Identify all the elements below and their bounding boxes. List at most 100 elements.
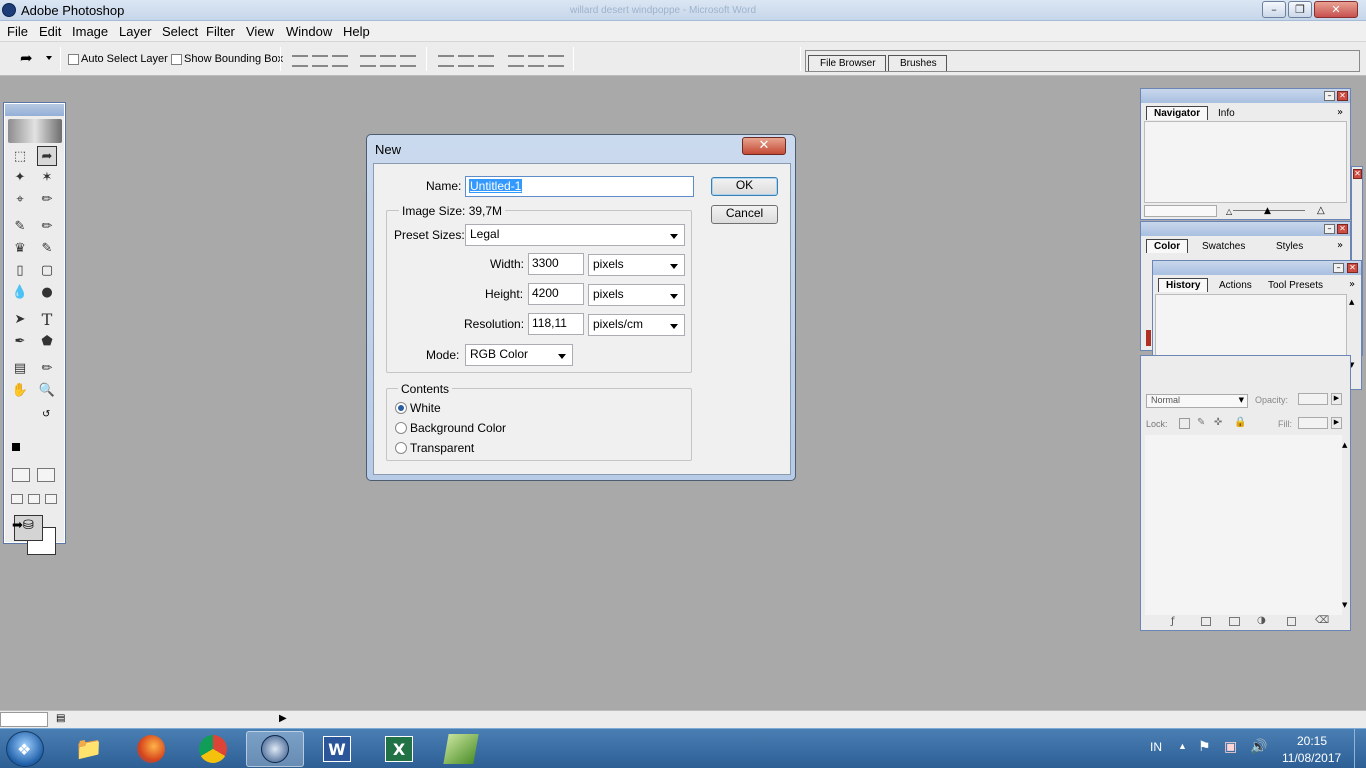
zoom-in-icon[interactable]: △	[1317, 205, 1325, 216]
status-menu-arrow-icon[interactable]: ▶	[279, 713, 287, 724]
jump-to-imageready-icon[interactable]: ➡⛁	[12, 518, 60, 534]
tab-tool-presets[interactable]: Tool Presets	[1261, 279, 1330, 293]
magic-wand-tool-icon[interactable]: ✶	[37, 167, 57, 187]
eraser-tool-icon[interactable]: ▯	[10, 260, 30, 280]
layers-list[interactable]	[1145, 435, 1342, 615]
minimize-button[interactable]: –	[1262, 1, 1286, 18]
minimize-icon[interactable]: –	[1333, 263, 1344, 273]
photoshop-logo-icon[interactable]	[8, 119, 62, 143]
auto-select-layer-checkbox[interactable]	[68, 54, 79, 65]
taskbar-firefox[interactable]	[122, 731, 180, 767]
healing-brush-tool-icon[interactable]: ✎	[10, 216, 30, 236]
tab-styles[interactable]: Styles	[1269, 240, 1310, 254]
scroll-down-icon[interactable]: ▼	[1342, 601, 1347, 609]
distribute-top-icon[interactable]	[438, 55, 454, 67]
menu-help[interactable]: Help	[343, 24, 370, 39]
crop-tool-icon[interactable]: ⌖	[10, 189, 30, 209]
lock-transparency-icon[interactable]	[1179, 418, 1190, 429]
new-group-icon[interactable]	[1229, 617, 1240, 626]
resolution-unit-select[interactable]: pixels/cm	[588, 314, 685, 336]
panel-menu-icon[interactable]: »	[1349, 279, 1355, 290]
scroll-up-icon[interactable]: ▲	[1342, 441, 1347, 449]
show-desktop-button[interactable]	[1354, 729, 1366, 768]
white-radio[interactable]	[395, 402, 407, 414]
minimize-icon[interactable]: –	[1324, 224, 1335, 234]
taskbar-word[interactable]: W	[308, 731, 366, 767]
height-input[interactable]: 4200	[528, 283, 584, 305]
standard-screen-mode-icon[interactable]	[11, 494, 23, 504]
align-vertical-center-icon[interactable]	[312, 55, 328, 67]
tab-actions[interactable]: Actions	[1212, 279, 1259, 293]
taskbar-photoshop[interactable]	[246, 731, 304, 767]
dialog-close-button[interactable]: ✕	[742, 137, 786, 155]
height-unit-select[interactable]: pixels	[588, 284, 685, 306]
layer-mask-icon[interactable]	[1201, 617, 1211, 626]
panel-title-bar[interactable]	[1141, 222, 1350, 236]
menu-edit[interactable]: Edit	[39, 24, 61, 39]
full-screen-mode-icon[interactable]	[45, 494, 57, 504]
blend-mode-select[interactable]: Normal ▼	[1146, 394, 1248, 408]
taskbar-excel[interactable]: X	[370, 731, 428, 767]
color-ramp-edge[interactable]	[1146, 330, 1151, 346]
tab-navigator[interactable]: Navigator	[1146, 106, 1209, 120]
clock-date[interactable]: 11/08/2017	[1282, 751, 1341, 765]
distribute-vertical-center-icon[interactable]	[458, 55, 474, 67]
ok-button[interactable]: OK	[711, 177, 778, 196]
trash-icon[interactable]: ⌫	[1315, 615, 1329, 626]
restore-button[interactable]: ❐	[1288, 1, 1312, 18]
menu-layer[interactable]: Layer	[119, 24, 152, 39]
transparent-radio[interactable]	[395, 442, 407, 454]
width-input[interactable]: 3300	[528, 253, 584, 275]
taskbar-green-app[interactable]	[432, 731, 490, 767]
distribute-right-icon[interactable]	[548, 55, 564, 67]
distribute-left-icon[interactable]	[508, 55, 524, 67]
name-input[interactable]: Untitled-1	[465, 176, 694, 197]
zoom-field[interactable]	[1144, 205, 1217, 217]
distribute-bottom-icon[interactable]	[478, 55, 494, 67]
close-button[interactable]: ✕	[1314, 1, 1358, 18]
language-indicator[interactable]: IN	[1150, 740, 1162, 754]
new-layer-icon[interactable]	[1287, 617, 1296, 626]
align-horizontal-center-icon[interactable]	[380, 55, 396, 67]
history-brush-tool-icon[interactable]: ✎	[37, 238, 57, 258]
slice-tool-icon[interactable]: ✏	[37, 189, 57, 209]
chevron-down-icon[interactable]	[46, 56, 52, 60]
action-center-flag-icon[interactable]: ⚑	[1198, 738, 1211, 755]
tab-brushes[interactable]: Brushes	[888, 55, 947, 71]
cancel-button[interactable]: Cancel	[711, 205, 778, 224]
zoom-out-icon[interactable]: △	[1226, 207, 1232, 216]
close-icon[interactable]: ✕	[1353, 169, 1362, 179]
dodge-tool-icon[interactable]: ●	[37, 282, 57, 302]
pen-tool-icon[interactable]: ✒	[10, 331, 30, 351]
default-colors-icon[interactable]	[12, 443, 20, 451]
width-unit-select[interactable]: pixels	[588, 254, 685, 276]
zoom-tool-icon[interactable]: 🔍	[37, 380, 57, 400]
start-button[interactable]: ❖	[6, 731, 44, 767]
align-left-icon[interactable]	[360, 55, 376, 67]
panel-menu-icon[interactable]: »	[1337, 107, 1343, 118]
scroll-up-icon[interactable]: ▲	[1349, 298, 1354, 306]
lock-image-icon[interactable]: ✎	[1197, 417, 1205, 428]
opacity-field[interactable]	[1298, 393, 1328, 405]
distribute-horizontal-center-icon[interactable]	[528, 55, 544, 67]
volume-icon[interactable]: 🔊	[1250, 738, 1267, 755]
adjustment-layer-icon[interactable]: ◑	[1257, 615, 1266, 626]
standard-mode-icon[interactable]	[12, 468, 30, 482]
mode-select[interactable]: RGB Color	[465, 344, 573, 366]
type-tool-icon[interactable]: T	[37, 309, 57, 329]
network-icon[interactable]: ▣	[1224, 738, 1237, 755]
menu-select[interactable]: Select	[162, 24, 198, 39]
lasso-tool-icon[interactable]: ✦	[10, 167, 30, 187]
align-bottom-icon[interactable]	[332, 55, 348, 67]
menu-filter[interactable]: Filter	[206, 24, 235, 39]
tab-info[interactable]: Info	[1211, 107, 1242, 121]
panel-title-bar[interactable]	[1141, 89, 1350, 103]
taskbar-explorer[interactable]: 📁	[60, 731, 118, 767]
zoom-slider-handle[interactable]: ▲	[1264, 206, 1271, 216]
layer-style-icon[interactable]: ƒ	[1171, 616, 1175, 627]
notes-tool-icon[interactable]: ▤	[10, 358, 30, 378]
hand-tool-icon[interactable]: ✋	[10, 380, 30, 400]
align-top-icon[interactable]	[292, 55, 308, 67]
chevron-right-icon[interactable]: ▶	[1331, 393, 1342, 405]
show-bounding-box-checkbox[interactable]	[171, 54, 182, 65]
